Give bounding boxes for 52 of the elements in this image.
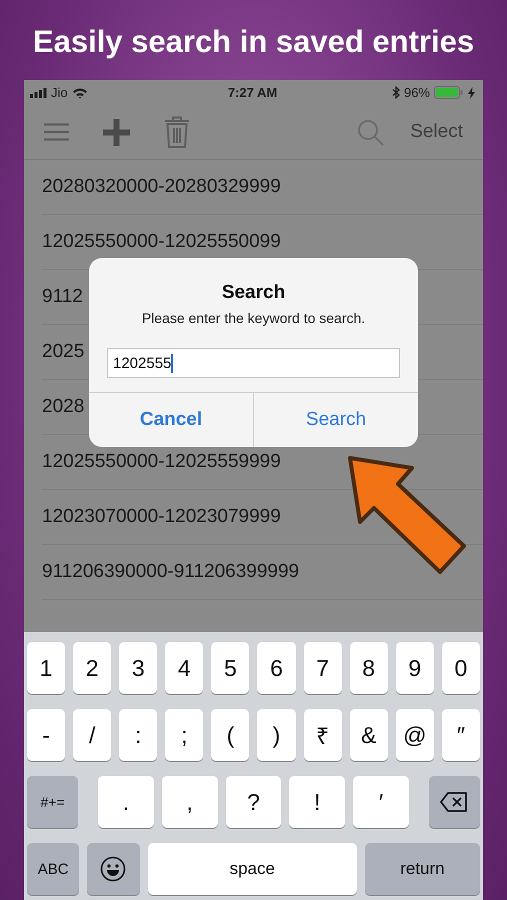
trash-icon[interactable] [164, 116, 190, 148]
keyboard-key[interactable]: : [119, 709, 158, 761]
bluetooth-icon [392, 86, 400, 99]
menu-icon[interactable] [44, 123, 69, 141]
carrier-name: Jio [51, 85, 68, 100]
dialog-title: Search [222, 282, 286, 304]
keyboard-key[interactable]: , [162, 776, 218, 828]
keyboard-key[interactable]: ABC [27, 843, 80, 895]
clock-time: 7:27 AM [228, 85, 278, 100]
keyboard-key[interactable]: 3 [119, 642, 158, 694]
keyboard-key[interactable]: 5 [211, 642, 250, 694]
keyboard-key[interactable]: 2 [73, 642, 112, 694]
keyboard-key[interactable]: ₹ [304, 709, 342, 761]
headline: Easily search in saved entries [32, 24, 474, 61]
keyboard-key[interactable]: 7 [304, 642, 342, 694]
keyboard-key[interactable]: ; [165, 709, 204, 761]
charging-icon [468, 86, 475, 98]
keyboard-key[interactable]: 1 [27, 642, 66, 694]
battery-percent: 96% [404, 85, 430, 100]
battery-icon [434, 86, 464, 99]
keyboard-key[interactable]: ) [257, 709, 296, 761]
keyboard-key[interactable]: . [98, 776, 154, 828]
keyboard-key[interactable]: 8 [350, 642, 388, 694]
search-icon[interactable] [357, 118, 384, 146]
keyboard-key[interactable]: - [27, 709, 66, 761]
space-key[interactable]: space [148, 843, 357, 895]
dialog-button[interactable]: Search [253, 393, 418, 447]
keyboard-key[interactable]: / [73, 709, 112, 761]
field-value: 1202555 [113, 354, 172, 372]
keyboard-key[interactable]: ( [211, 709, 250, 761]
return-key[interactable]: return [364, 843, 480, 895]
keyboard-key[interactable]: 6 [257, 642, 296, 694]
keyboard-key[interactable]: 4 [165, 642, 204, 694]
plus-icon[interactable] [103, 118, 130, 146]
signal-icon [30, 88, 47, 98]
keyword-field[interactable]: 1202555 [107, 348, 400, 378]
keyboard-key[interactable]: ! [289, 776, 346, 828]
smiley-icon [100, 856, 126, 882]
keyboard-key[interactable]: #+= [27, 776, 78, 828]
wifi-icon [72, 86, 88, 98]
keyboard-key[interactable]: & [350, 709, 388, 761]
keyboard-key[interactable]: 9 [396, 642, 434, 694]
dialog-message: Please enter the keyword to search. [142, 310, 366, 326]
backspace-icon [440, 792, 468, 812]
keyboard-key[interactable]: ′ [353, 776, 409, 828]
list-row[interactable]: 20280320000-20280329999 [42, 160, 483, 215]
keyboard-key[interactable]: 0 [442, 642, 480, 694]
keyboard-key[interactable]: ? [226, 776, 282, 828]
keyboard-key[interactable]: ″ [442, 709, 480, 761]
emoji-key[interactable] [87, 843, 140, 895]
delete-key[interactable] [428, 776, 480, 828]
keyboard-key[interactable]: @ [396, 709, 434, 761]
